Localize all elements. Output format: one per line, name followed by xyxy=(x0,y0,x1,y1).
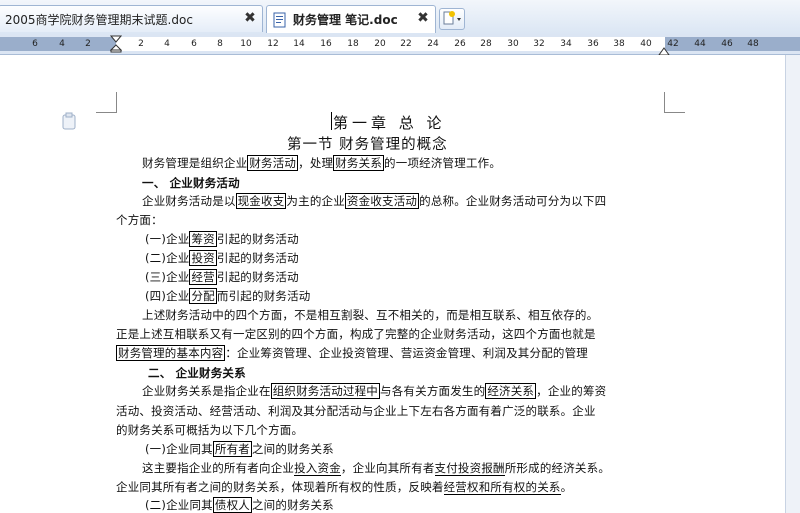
ruler-tick: 22 xyxy=(400,39,412,49)
ruler-tick: 16 xyxy=(320,39,332,49)
close-icon[interactable]: ✖ xyxy=(415,10,431,26)
paragraph-line: 企业财务活动是以 现金收支 为主的企业 资金收支活动 的总称。企业财务活动可分为以下四 xyxy=(142,193,607,209)
ruler-tick: 28 xyxy=(480,39,492,49)
paragraph-line: 活动、投资活动、经营活动、利润及其分配活动与企业上下左右各方面有着广泛的联系。企… xyxy=(116,404,596,418)
list-item: (二)企业 投资 引起的财务活动 xyxy=(145,250,299,266)
document-tab-bar: 2005商学院财务管理期末试题.doc ✖ 财务管理 笔记.doc ✖ xyxy=(0,0,800,35)
list-item: (四)企业 分配 而引起的财务活动 xyxy=(145,288,311,304)
list-item: (三)企业 经营 引起的财务活动 xyxy=(145,269,299,285)
heading: 一、 企业财务活动 xyxy=(142,176,240,190)
ruler-tick: 12 xyxy=(267,39,279,49)
tab-label: 财务管理 笔记.doc xyxy=(293,13,398,27)
paragraph-line: 财务管理的基本内容 ：企业筹资管理、企业投资管理、营运资金管理、利润及其分配的管理 xyxy=(116,345,589,361)
ruler-tick: 38 xyxy=(613,39,625,49)
margin-corner-top-right xyxy=(664,92,685,113)
ruler-tick: 10 xyxy=(240,39,252,49)
heading: 二、 企业财务关系 xyxy=(148,366,246,380)
margin-corner-top-left xyxy=(96,92,117,113)
chapter-title: 第一章 总 论 xyxy=(333,114,446,132)
ruler-tick: 6 xyxy=(32,39,38,49)
ruler-tick: 20 xyxy=(374,39,386,49)
ruler-tick: 46 xyxy=(721,39,733,49)
paragraph-line: 这主要指企业的所有者向企业投入资金，企业向其所有者支付投资报酬所形成的经济关系。 xyxy=(142,461,611,476)
ruler-tick: 4 xyxy=(59,39,65,49)
ruler-tick: 8 xyxy=(217,39,223,49)
ruler-tick: 48 xyxy=(747,39,759,49)
paragraph-line: 企业同其所有者之间的财务关系，体现着所有权的性质，反映着经营权和所有权的关系。 xyxy=(116,480,573,495)
ruler-left-margin xyxy=(0,37,116,51)
paragraph-line: 企业财务关系是指企业在 组织财务活动过程中 与各有关方面发生的 经济关系 ，企业的筹资 xyxy=(142,383,607,399)
ruler-tick: 26 xyxy=(454,39,466,49)
new-document-button[interactable] xyxy=(439,8,465,30)
ruler-tick: 18 xyxy=(347,39,359,49)
ruler-tick: 6 xyxy=(191,39,197,49)
vertical-scrollbar[interactable] xyxy=(785,55,800,513)
section-title: 第一节 财务管理的概念 xyxy=(287,137,448,153)
list-item: (一)企业同其 所有者 之间的财务关系 xyxy=(145,441,334,457)
ruler-tick: 24 xyxy=(427,39,439,49)
ruler-tick: 2 xyxy=(85,39,91,49)
ruler-tick: 40 xyxy=(640,39,652,49)
first-line-indent-marker[interactable] xyxy=(109,35,123,53)
ruler-tick: 44 xyxy=(694,39,706,49)
paragraph-line: 财务管理是组织企业 财务活动 ，处理 财务关系 的一项经济管理工作。 xyxy=(142,155,502,171)
paragraph-line: 个方面： xyxy=(116,213,163,227)
tab-label: 2005商学院财务管理期末试题.doc xyxy=(5,12,193,27)
paragraph-line: 正是上述互相联系又有一定区别的四个方面，构成了完整的企业财务活动，这四个方面也就… xyxy=(116,327,596,341)
ruler-tick: 32 xyxy=(533,39,545,49)
ruler-tick: 4 xyxy=(164,39,170,49)
list-item: (二)企业同其 债权人 之间的财务关系 xyxy=(145,497,334,513)
tab-notes-doc[interactable]: 财务管理 笔记.doc ✖ xyxy=(266,5,436,33)
list-item: (一)企业 筹资 引起的财务活动 xyxy=(145,231,299,247)
paragraph-line: 上述财务活动中的四个方面，不是相互割裂、互不相关的，而是相互联系、相互依存的。 xyxy=(142,308,599,322)
paste-options-icon[interactable] xyxy=(61,112,77,130)
text-cursor xyxy=(331,112,332,130)
ruler-tick: 30 xyxy=(507,39,519,49)
document-icon xyxy=(273,12,287,28)
ruler-tick: 34 xyxy=(560,39,572,49)
close-icon[interactable]: ✖ xyxy=(242,10,258,26)
ruler-tick: 36 xyxy=(587,39,599,49)
horizontal-ruler[interactable]: 6 4 2 2 4 6 8 10 12 14 16 18 20 22 24 26… xyxy=(0,34,800,56)
ruler-tick: 2 xyxy=(138,39,144,49)
right-indent-marker[interactable] xyxy=(658,42,670,56)
paragraph-line: 的财务关系可概括为以下几个方面。 xyxy=(116,423,304,437)
new-document-icon xyxy=(443,11,461,25)
ruler-tick: 14 xyxy=(293,39,305,49)
tab-exam-doc[interactable]: 2005商学院财务管理期末试题.doc ✖ xyxy=(0,5,263,32)
